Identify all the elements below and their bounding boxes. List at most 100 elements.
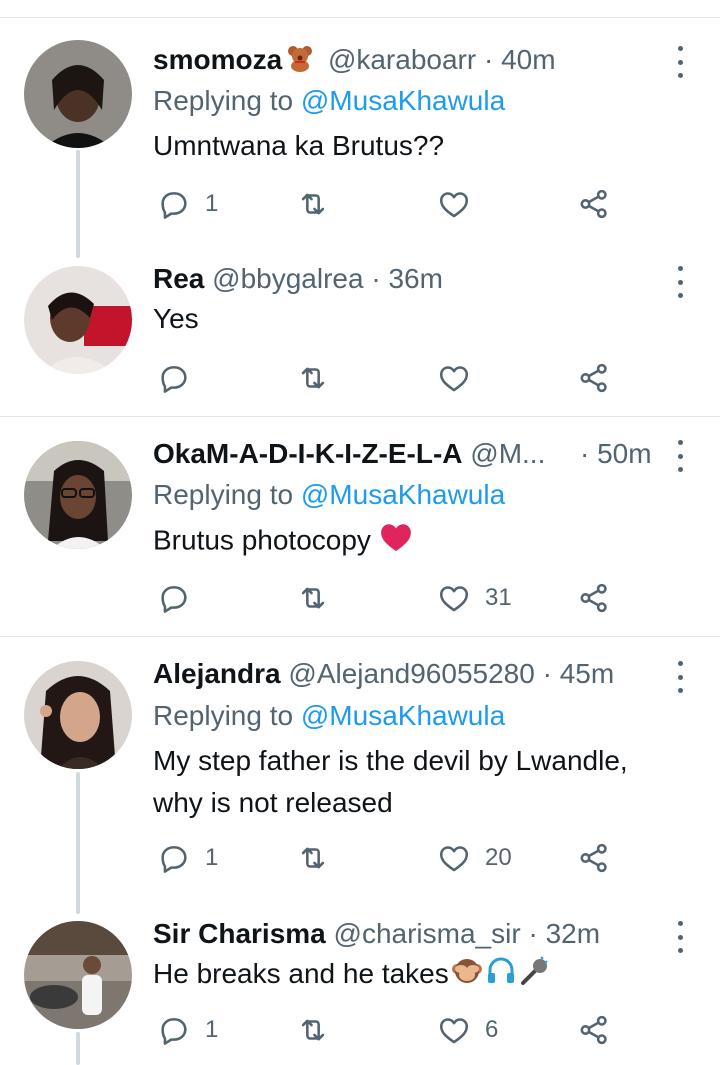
handle[interactable]: @bbygalrea xyxy=(212,263,363,294)
timestamp[interactable]: 50m xyxy=(597,438,651,469)
display-name[interactable]: Rea xyxy=(153,263,204,294)
more-options-icon[interactable] xyxy=(670,262,690,302)
timestamp[interactable]: 40m xyxy=(501,44,555,75)
display-name[interactable]: OkaM-A-D-I-K-I-Z-E-L-A xyxy=(153,438,463,469)
timestamp[interactable]: 32m xyxy=(546,918,600,949)
avatar[interactable] xyxy=(24,40,132,148)
teddy-bear-icon xyxy=(286,44,314,79)
tweet-text: Umntwana ka Brutus?? xyxy=(153,130,445,161)
like-button[interactable]: 6 xyxy=(437,1010,498,1050)
tweet-header: Alejandra @Alejand96055280 · 45m xyxy=(153,655,640,693)
handle[interactable]: @Alejand96055280 xyxy=(288,658,534,689)
tweet-text-line: My step father is the devil by Lwandle, xyxy=(153,745,628,776)
more-options-icon[interactable] xyxy=(670,657,690,697)
timestamp[interactable]: 36m xyxy=(388,263,442,294)
mention-link[interactable]: @MusaKhawula xyxy=(301,479,505,510)
tweet-time: · 50m xyxy=(580,435,660,473)
thread-line xyxy=(76,772,80,914)
more-options-icon[interactable] xyxy=(670,42,690,82)
reply-button[interactable] xyxy=(157,358,205,398)
heart-icon xyxy=(439,846,469,872)
see-no-evil-monkey-icon xyxy=(451,955,483,987)
share-icon xyxy=(580,363,607,393)
tweet-header: Rea @bbygalrea · 36m xyxy=(153,260,640,298)
heart-icon xyxy=(439,586,469,612)
tweet-actions: 1 6 xyxy=(153,1010,633,1050)
headphone-icon xyxy=(485,955,517,987)
tweet-text: Yes xyxy=(153,303,199,334)
display-name[interactable]: Alejandra xyxy=(153,658,281,689)
share-button[interactable] xyxy=(577,358,611,398)
red-heart-icon xyxy=(379,521,413,563)
tweet-actions: 1 xyxy=(153,184,633,224)
avatar[interactable] xyxy=(24,266,132,374)
reply-icon xyxy=(161,1018,187,1045)
retweet-icon xyxy=(301,193,325,215)
thread-line xyxy=(76,150,80,258)
avatar[interactable] xyxy=(24,661,132,769)
reply-count: 1 xyxy=(205,1016,219,1043)
like-button[interactable]: 20 xyxy=(437,838,512,878)
like-button[interactable]: 31 xyxy=(437,578,512,618)
retweet-button[interactable] xyxy=(296,838,344,878)
share-button[interactable] xyxy=(577,838,611,878)
share-button[interactable] xyxy=(577,1010,611,1050)
replying-to-label: Replying to xyxy=(153,85,294,116)
tweet-text: My step father is the devil by Lwandle, … xyxy=(153,742,693,822)
handle[interactable]: @M... xyxy=(470,438,545,469)
mention-link[interactable]: @MusaKhawula xyxy=(301,700,505,731)
more-options-icon[interactable] xyxy=(670,436,690,476)
retweet-icon xyxy=(301,587,325,609)
separator-dot: · xyxy=(580,438,590,469)
handle[interactable]: @karaboarr xyxy=(328,44,476,75)
microphone-icon xyxy=(519,955,551,987)
replying-to-label: Replying to xyxy=(153,700,294,731)
thread-line xyxy=(76,1032,80,1065)
reply-icon xyxy=(161,586,187,613)
retweet-icon xyxy=(301,1019,325,1041)
timestamp[interactable]: 45m xyxy=(560,658,614,689)
replying-to: Replying to @MusaKhawula xyxy=(153,82,505,120)
reply-button[interactable]: 1 xyxy=(157,838,218,878)
avatar[interactable] xyxy=(24,441,132,549)
reply-button[interactable]: 1 xyxy=(157,1010,218,1050)
share-button[interactable] xyxy=(577,184,611,224)
separator-dot: · xyxy=(528,918,538,949)
replying-to: Replying to @MusaKhawula xyxy=(153,697,505,735)
tweet-text-line: why is not released xyxy=(153,787,393,818)
tweet-divider xyxy=(0,636,720,637)
tweet-header: Sir Charisma @charisma_sir · 32m xyxy=(153,915,640,953)
avatar[interactable] xyxy=(24,921,132,1029)
share-icon xyxy=(580,1015,607,1045)
share-button[interactable] xyxy=(577,578,611,618)
share-icon xyxy=(580,843,607,873)
handle[interactable]: @charisma_sir xyxy=(334,918,521,949)
separator-dot: · xyxy=(542,658,552,689)
tweet-text: Brutus photocopy xyxy=(153,521,673,563)
top-divider xyxy=(0,17,720,18)
reply-icon xyxy=(161,192,187,219)
replying-to-label: Replying to xyxy=(153,479,294,510)
more-options-icon[interactable] xyxy=(670,917,690,957)
mention-link[interactable]: @MusaKhawula xyxy=(301,85,505,116)
reply-button[interactable] xyxy=(157,578,205,618)
like-button[interactable] xyxy=(437,184,485,224)
retweet-button[interactable] xyxy=(296,1010,344,1050)
retweet-button[interactable] xyxy=(296,184,344,224)
tweet-actions: 31 xyxy=(153,578,633,618)
retweet-icon xyxy=(301,847,325,869)
tweet-actions xyxy=(153,358,633,398)
reply-count: 1 xyxy=(205,190,219,217)
retweet-button[interactable] xyxy=(296,358,344,398)
separator-dot: · xyxy=(483,44,494,75)
display-name[interactable]: Sir Charisma xyxy=(153,918,326,949)
retweet-button[interactable] xyxy=(296,578,344,618)
reply-button[interactable]: 1 xyxy=(157,184,218,224)
reply-icon xyxy=(161,846,187,873)
separator-dot: · xyxy=(371,263,381,294)
like-button[interactable] xyxy=(437,358,485,398)
tweet-text-content: He breaks and he takes xyxy=(153,958,449,989)
replying-to: Replying to @MusaKhawula xyxy=(153,476,505,514)
retweet-icon xyxy=(301,367,325,389)
display-name[interactable]: smomoza xyxy=(153,44,282,75)
